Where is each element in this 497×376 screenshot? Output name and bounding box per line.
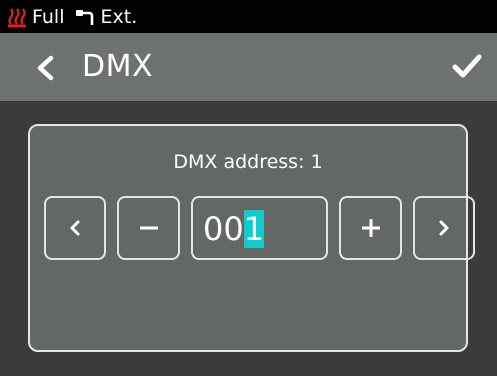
mode-label: Full — [32, 5, 65, 28]
previous-digit-button[interactable] — [44, 196, 106, 260]
next-digit-button[interactable] — [413, 196, 475, 260]
decrement-button[interactable] — [117, 196, 180, 260]
checkmark-icon[interactable] — [451, 52, 483, 80]
dmx-address-input[interactable]: 0 0 1 — [191, 196, 328, 260]
address-digit-cursor: 1 — [243, 210, 265, 248]
heat-icon — [8, 7, 26, 27]
increment-button[interactable] — [339, 196, 402, 260]
chevron-right-icon — [439, 220, 449, 236]
status-bar: Full Ext. — [0, 0, 497, 33]
cable-icon — [75, 9, 93, 25]
chevron-left-icon[interactable] — [34, 55, 58, 81]
output-label: Ext. — [100, 5, 138, 28]
minus-icon — [139, 226, 158, 230]
dmx-address-label: DMX address: 1 — [173, 151, 323, 173]
header: DMX — [0, 33, 497, 101]
chevron-left-icon — [70, 220, 80, 236]
address-digit: 0 — [223, 210, 244, 248]
page-title: DMX — [82, 49, 154, 84]
plus-icon — [361, 219, 380, 237]
address-digit: 0 — [203, 210, 224, 248]
address-digits: 0 0 1 — [203, 210, 265, 248]
dmx-address-panel: DMX address: 1 0 0 1 — [28, 124, 475, 352]
